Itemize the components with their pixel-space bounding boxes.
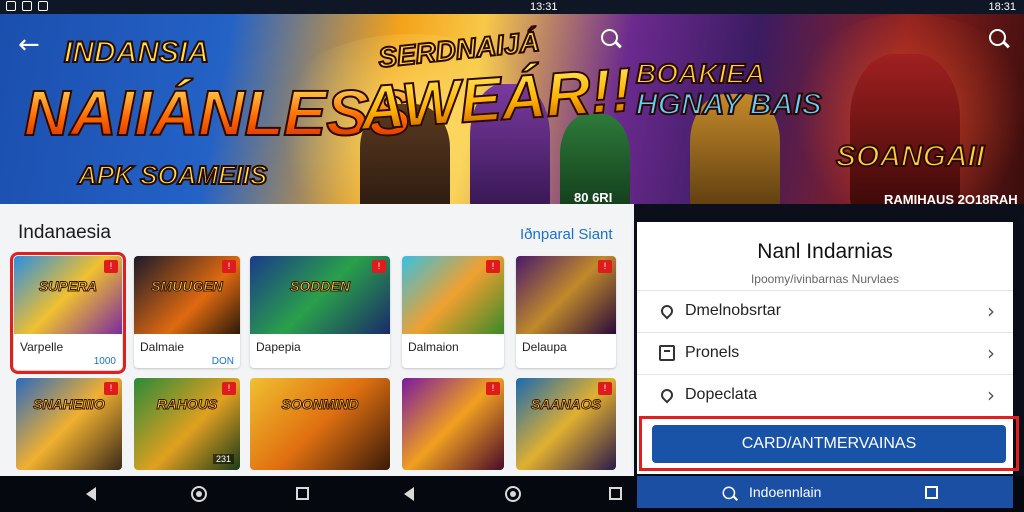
game-tile[interactable]: SOONMIND — [250, 378, 390, 470]
banner-logo-bottom: HGNAY BAIS — [635, 87, 823, 122]
search-icon[interactable] — [600, 28, 622, 50]
badge: ! — [486, 382, 500, 395]
game-name: Delaupa — [522, 340, 567, 354]
badge: ! — [486, 260, 500, 273]
tile-tag: 231 — [212, 454, 234, 464]
status-time: 13:31 — [530, 1, 558, 13]
status-right: 18:31 — [988, 1, 1016, 13]
badge: ! — [598, 382, 612, 395]
status-time-right: 18:31 — [988, 1, 1016, 13]
card-icon — [659, 345, 675, 361]
menu-item-label: Dmelnobsrtar — [685, 302, 782, 319]
search-label: Indoennlain — [749, 484, 822, 500]
see-all-link[interactable]: Iðnparal Siant — [520, 226, 613, 243]
menu-item-label: Dopeclata — [685, 386, 758, 403]
bottom-search-bar[interactable]: Indoennlain — [637, 476, 1013, 508]
game-list-panel: Indanaesia Iðnparal Siant SUPERA ! Varpe… — [0, 204, 634, 476]
nav-home-icon[interactable] — [191, 486, 207, 502]
dialog-title: Nanl Indarnias — [757, 240, 893, 263]
game-tile[interactable]: ! — [402, 378, 504, 470]
notification-icon — [38, 1, 48, 11]
primary-button[interactable]: CARD/ANTMERVAINAS — [652, 425, 1006, 463]
badge: ! — [222, 382, 236, 395]
banner-title-small: INDANSIA — [63, 35, 210, 70]
game-thumbnail: SUPERA ! — [14, 256, 122, 334]
game-tile[interactable]: SNAHEIIIO ! — [16, 378, 122, 470]
notification-icon — [6, 1, 16, 11]
game-tile[interactable]: SAANAOS ! — [516, 378, 616, 470]
game-name: Varpelle — [20, 340, 64, 354]
banner-logo-right: SOANGAII — [835, 139, 985, 174]
nav-recents-icon[interactable] — [925, 486, 938, 499]
game-name: Dapepia — [256, 340, 301, 354]
search-icon — [722, 486, 739, 503]
game-thumbnail: ! — [516, 256, 616, 334]
dialog-subtitle: Ipoomy/ivinbarnas Nurvlaes — [750, 272, 900, 286]
game-thumbnail: ! — [402, 256, 504, 334]
badge: ! — [104, 260, 118, 273]
game-tile[interactable]: RAHOUS ! 231 — [134, 378, 240, 470]
badge: ! — [598, 260, 612, 273]
banner-caption: RAMIHAUS 2O18RAH — [884, 192, 1018, 204]
heart-icon — [658, 302, 676, 320]
hero-character — [850, 54, 960, 204]
status-left-icons — [6, 1, 48, 11]
game-thumbnail: SMUUGEN ! — [134, 256, 240, 334]
nav-recents-icon[interactable] — [609, 487, 622, 500]
menu-item[interactable]: Dmelnobsrtar › — [637, 290, 1013, 330]
game-name: Dalmaion — [408, 340, 459, 354]
chevron-right-icon: › — [987, 383, 995, 407]
game-meta: 1000 — [93, 356, 116, 367]
banner-caption: 80 6RI — [574, 190, 613, 204]
game-card[interactable]: ! Dalmaion — [402, 256, 504, 368]
nav-back-icon[interactable] — [86, 487, 96, 501]
menu-item[interactable]: Pronels › — [637, 332, 1013, 372]
game-card[interactable]: SODDEN ! Dapepia — [250, 256, 390, 368]
nav-back-icon[interactable] — [404, 487, 414, 501]
chevron-right-icon: › — [987, 341, 995, 365]
heart-icon — [658, 386, 676, 404]
hero-banner[interactable]: ← INDANSIA NAIIÁNLESS APK SOAMEIIS SERDN… — [0, 14, 1024, 204]
banner-subtitle: APK SOAMEIIS — [77, 159, 268, 191]
cta-highlight: CARD/ANTMERVAINAS — [639, 416, 1019, 471]
menu-item[interactable]: Dopeclata › — [637, 374, 1013, 414]
notification-icon — [22, 1, 32, 11]
search-icon[interactable] — [988, 28, 1010, 50]
game-card[interactable]: SUPERA ! Varpelle 1000 — [10, 252, 126, 374]
chevron-right-icon: › — [987, 299, 995, 323]
status-bar: 13:31 18:31 — [0, 0, 1024, 14]
badge: ! — [222, 260, 236, 273]
arrow-left-icon[interactable]: ← — [18, 30, 40, 60]
section-title: Indanaesia — [18, 222, 111, 243]
badge: ! — [372, 260, 386, 273]
banner-logo-top: BOAKIEA — [635, 57, 766, 90]
game-card[interactable]: ! Delaupa — [516, 256, 616, 368]
game-card[interactable]: SMUUGEN ! Dalmaie DON — [134, 256, 240, 368]
nav-home-icon[interactable] — [505, 486, 521, 502]
badge: ! — [104, 382, 118, 395]
menu-item-label: Pronels — [685, 344, 740, 361]
status-mid: 13:31 — [530, 1, 558, 13]
game-thumbnail: SODDEN ! — [250, 256, 390, 334]
game-meta: DON — [211, 356, 234, 367]
nav-recents-icon[interactable] — [296, 487, 309, 500]
game-name: Dalmaie — [140, 340, 185, 354]
banner-title-big: NAIIÁNLESS — [23, 76, 413, 150]
